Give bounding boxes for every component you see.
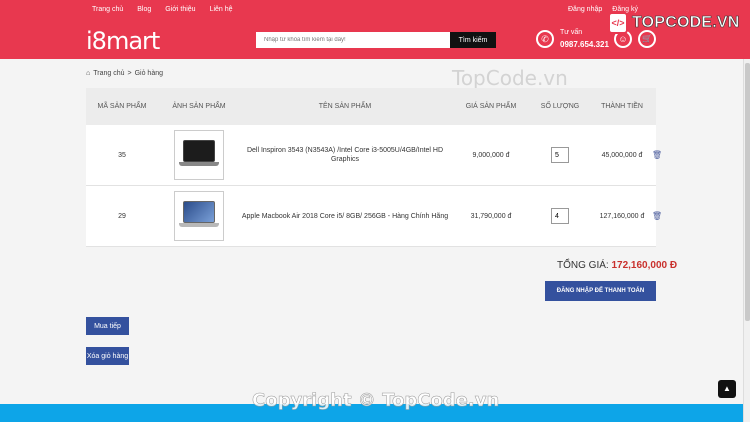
table-header: MÃ SẢN PHẨM ẢNH SẢN PHẨM TÊN SẢN PHẨM GI… (86, 88, 656, 125)
total-amount: 172,160,000 Đ (611, 260, 678, 271)
copyright-watermark: Copyright © TopCode.vn (252, 390, 500, 412)
breadcrumb-separator: > (127, 70, 132, 77)
clear-cart-button[interactable]: Xóa giỏ hàng (86, 347, 129, 365)
search-input[interactable] (256, 32, 450, 48)
total-label: TỔNG GIÁ: (557, 260, 609, 271)
home-icon: ⌂ (86, 70, 91, 77)
product-thumbnail[interactable] (174, 130, 224, 180)
header-image: ẢNH SẢN PHẨM (172, 103, 226, 110)
nav-about[interactable]: Giới thiệu (165, 6, 195, 13)
site-logo[interactable]: i8mart (86, 27, 160, 55)
qty-cell (532, 186, 588, 246)
trash-icon[interactable]: 🗑 (652, 212, 662, 221)
quantity-input[interactable] (551, 208, 569, 224)
header-total: THÀNH TIỀN (601, 103, 643, 110)
consult-label: Tư vấn (560, 29, 583, 36)
brand-watermark-text: TOPCODE.VN (632, 14, 740, 32)
line-total: 45,000,000 đ (601, 151, 643, 159)
header-name: TÊN SẢN PHẨM (318, 103, 372, 110)
cart-table: MÃ SẢN PHẨM ẢNH SẢN PHẨM TÊN SẢN PHẨM GI… (86, 88, 662, 247)
consult-phone: 0987.654.321 (560, 40, 609, 49)
product-price: 31,790,000 đ (470, 212, 512, 220)
middle-watermark: TopCode.vn (452, 66, 568, 90)
nav-contact[interactable]: Liên hệ (210, 6, 233, 13)
phone-icon: ✆ (536, 30, 554, 48)
product-image-cell (158, 125, 240, 185)
header-price: GIÁ SẢN PHẨM (465, 103, 517, 110)
header-id: MÃ SẢN PHẨM (97, 103, 147, 110)
trash-icon[interactable]: 🗑 (652, 151, 662, 160)
product-name[interactable]: Apple Macbook Air 2018 Core i5/ 8GB/ 256… (240, 186, 450, 246)
line-total-cell: 127,160,000 đ 🗑 (588, 186, 662, 246)
breadcrumb-home[interactable]: Trang chủ (93, 70, 124, 77)
brand-watermark: </> TOPCODE.VN (608, 12, 740, 34)
line-total-cell: 45,000,000 đ 🗑 (588, 125, 662, 185)
product-id: 35 (118, 151, 126, 159)
product-price: 9,000,000 đ (472, 151, 510, 159)
checkout-button[interactable]: ĐĂNG NHẬP ĐỂ THANH TOÁN (545, 281, 656, 301)
nav-home[interactable]: Trang chủ (92, 6, 123, 13)
quantity-input[interactable] (551, 147, 569, 163)
laptop-dell-image (179, 140, 219, 170)
product-name[interactable]: Dell Inspiron 3543 (N3543A) /Intel Core … (240, 125, 450, 185)
cart-total: TỔNG GIÁ: 172,160,000 Đ (557, 260, 677, 271)
table-row: 29 Apple Macbook Air 2018 Core i5/ 8GB/ … (86, 186, 662, 247)
login-link[interactable]: Đăng nhập (568, 6, 602, 13)
nav-blog[interactable]: Blog (137, 6, 151, 13)
header-qty: SỐ LƯỢNG (540, 103, 580, 110)
continue-shopping-button[interactable]: Mua tiếp (86, 317, 129, 335)
product-image-cell (158, 186, 240, 246)
scroll-to-top-icon[interactable]: ▲ (718, 380, 736, 398)
brand-badge-icon: </> (608, 12, 628, 34)
breadcrumb: ⌂ Trang chủ > Giỏ hàng (86, 70, 163, 77)
laptop-macbook-image (179, 201, 219, 231)
product-id: 29 (118, 212, 126, 220)
scrollbar-thumb[interactable] (745, 63, 750, 321)
page-scrollbar[interactable] (743, 59, 750, 422)
line-total: 127,160,000 đ (599, 212, 645, 220)
top-nav: Trang chủ Blog Giới thiệu Liên hệ (92, 6, 233, 13)
qty-cell (532, 125, 588, 185)
search-button[interactable]: Tìm kiếm (450, 32, 496, 48)
breadcrumb-current: Giỏ hàng (134, 70, 164, 77)
table-row: 35 Dell Inspiron 3543 (N3543A) /Intel Co… (86, 125, 662, 186)
product-thumbnail[interactable] (174, 191, 224, 241)
